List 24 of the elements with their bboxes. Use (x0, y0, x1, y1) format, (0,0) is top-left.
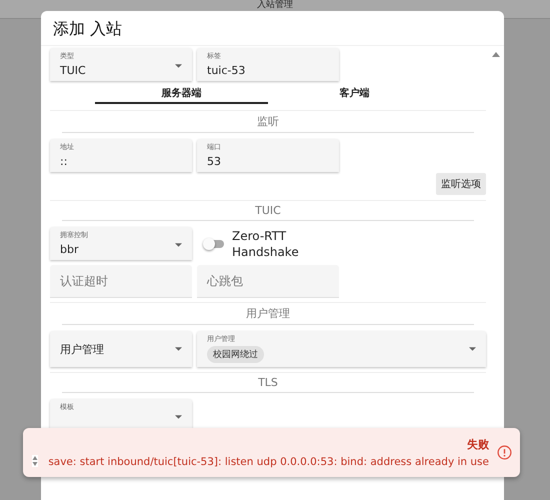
select-field[interactable]: 用户管理 (50, 331, 192, 367)
scroll-up-icon[interactable] (492, 52, 500, 57)
tab[interactable]: 服务器端 (95, 86, 268, 104)
caret-icon (175, 415, 182, 419)
switch-label: Zero-RTT Handshake (232, 228, 300, 260)
input-field[interactable]: 心跳包 (197, 265, 339, 297)
caret-icon (175, 243, 182, 247)
spinner-arrows-icon (32, 454, 38, 466)
listen-options-button[interactable]: 监听选项 (436, 173, 486, 195)
caret-icon (175, 64, 182, 68)
tab[interactable]: 客户端 (268, 86, 441, 104)
caret-icon (469, 347, 476, 351)
toast-title: 失败 (467, 437, 489, 452)
chip[interactable]: 校园网绕过 (207, 346, 264, 363)
dialog-title: 添加 入站 (52, 18, 124, 40)
section-heading: TUIC (254, 204, 282, 217)
input-field[interactable]: 认证超时 (50, 265, 192, 297)
caret-icon (175, 347, 182, 351)
section-heading: 监听 (256, 114, 280, 129)
toggle-switch[interactable] (205, 240, 224, 248)
section-heading: 用户管理 (245, 306, 291, 321)
error-icon (497, 445, 512, 460)
section-heading: TLS (257, 376, 279, 389)
toast-message: save: start inbound/tuic[tuic-53]: listen udp 0.0.0.0:53: bind: address already in use (48, 456, 489, 468)
